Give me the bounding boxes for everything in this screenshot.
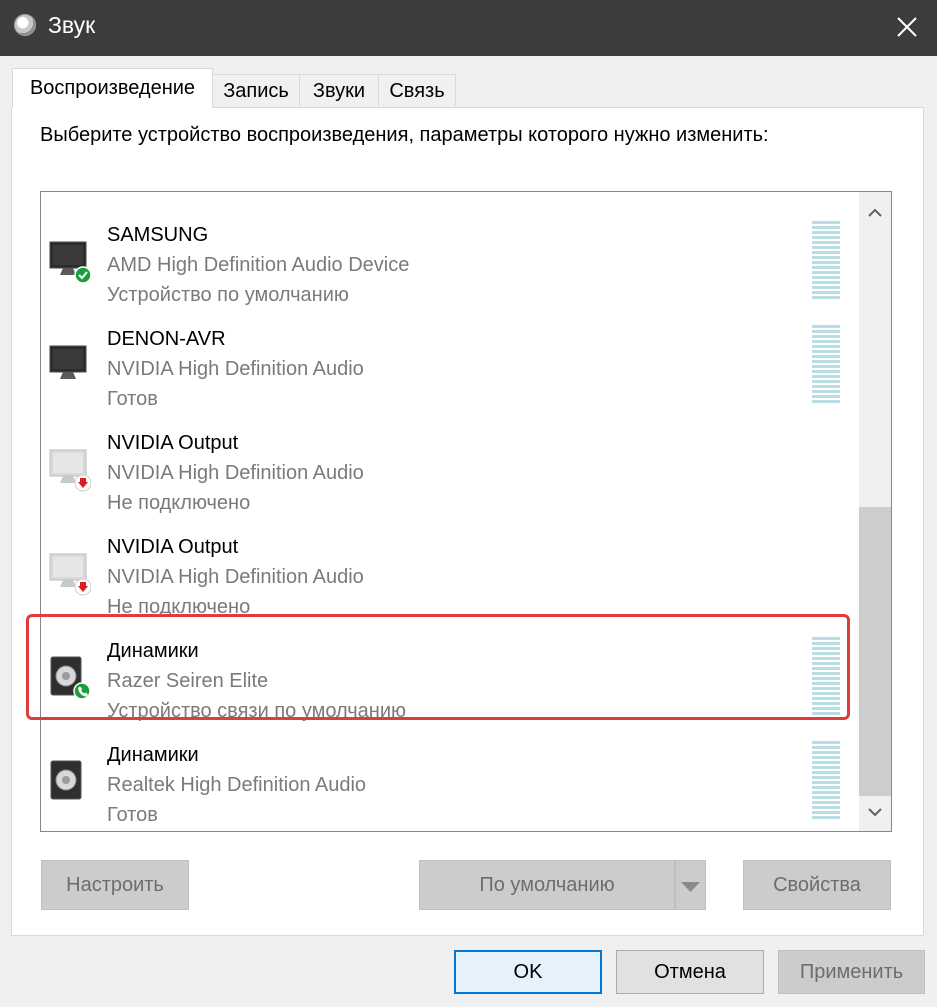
device-status: Не подключено (107, 492, 251, 514)
title-bar (0, 0, 937, 56)
volume-level-meter (812, 325, 840, 403)
cancel-button[interactable]: Отмена (616, 950, 764, 994)
instruction-text: Выберите устройство воспроизведения, пар… (40, 124, 769, 146)
scroll-up-button[interactable] (859, 197, 891, 227)
monitor-disconnected-icon (49, 449, 91, 492)
device-driver: NVIDIA High Definition Audio (107, 358, 364, 380)
device-item[interactable]: NVIDIA Output NVIDIA High Definition Aud… (41, 410, 863, 514)
device-driver: AMD High Definition Audio Device (107, 254, 410, 276)
close-icon (897, 17, 917, 37)
device-item[interactable]: DENON-AVR NVIDIA High Definition Audio Г… (41, 306, 863, 410)
device-status: Устройство связи по умолчанию (107, 700, 407, 722)
device-item[interactable]: Динамики Realtek High Definition Audio Г… (41, 722, 863, 826)
device-driver: Realtek High Definition Audio (107, 774, 367, 796)
device-name: NVIDIA Output (107, 432, 239, 454)
properties-button[interactable]: Свойства (743, 860, 891, 910)
device-driver: Razer Seiren Elite (107, 670, 269, 692)
device-list[interactable]: SAMSUNG AMD High Definition Audio Device… (40, 191, 892, 832)
device-name: Динамики (107, 744, 199, 766)
speaker-icon (50, 760, 82, 800)
volume-level-meter (812, 741, 840, 819)
device-status: Готов (107, 804, 158, 826)
scroll-down-button[interactable] (859, 798, 891, 828)
configure-button[interactable]: Настроить (41, 860, 189, 910)
device-name: SAMSUNG (107, 224, 209, 246)
device-item[interactable]: Динамики Razer Seiren Elite Устройство с… (41, 618, 863, 722)
device-status: Не подключено (107, 596, 251, 618)
caret-down-icon (681, 882, 700, 892)
chevron-up-icon (868, 208, 882, 217)
device-status: Готов (107, 388, 158, 410)
scrollbar-thumb[interactable] (859, 507, 891, 796)
volume-level-meter (812, 637, 840, 715)
default-check-icon (74, 266, 91, 284)
chevron-down-icon (868, 808, 882, 817)
tab-recording[interactable]: Запись (212, 74, 300, 106)
monitor-icon (49, 241, 91, 284)
device-name: NVIDIA Output (107, 536, 239, 558)
tab-communications[interactable]: Связь (378, 74, 456, 106)
device-item[interactable]: NVIDIA Output NVIDIA High Definition Aud… (41, 514, 863, 618)
ok-button[interactable]: OK (454, 950, 602, 994)
window-title: Звук (48, 12, 96, 38)
speaker-icon (50, 656, 91, 700)
tab-playback[interactable]: Воспроизведение (12, 68, 213, 108)
monitor-icon (49, 345, 87, 379)
device-item[interactable]: SAMSUNG AMD High Definition Audio Device… (41, 202, 863, 306)
device-name: Динамики (107, 640, 199, 662)
close-button[interactable] (890, 10, 924, 44)
speaker-app-icon (14, 14, 36, 36)
tab-sounds[interactable]: Звуки (299, 74, 379, 106)
set-default-button[interactable]: По умолчанию (419, 860, 675, 910)
device-driver: NVIDIA High Definition Audio (107, 566, 364, 588)
default-communication-phone-icon (73, 682, 91, 700)
monitor-disconnected-icon (49, 553, 91, 596)
device-name: DENON-AVR (107, 328, 226, 350)
volume-level-meter (812, 221, 840, 299)
device-status: Устройство по умолчанию (107, 284, 349, 306)
set-default-dropdown-button[interactable] (675, 860, 706, 910)
apply-button[interactable]: Применить (778, 950, 925, 994)
device-driver: NVIDIA High Definition Audio (107, 462, 364, 484)
